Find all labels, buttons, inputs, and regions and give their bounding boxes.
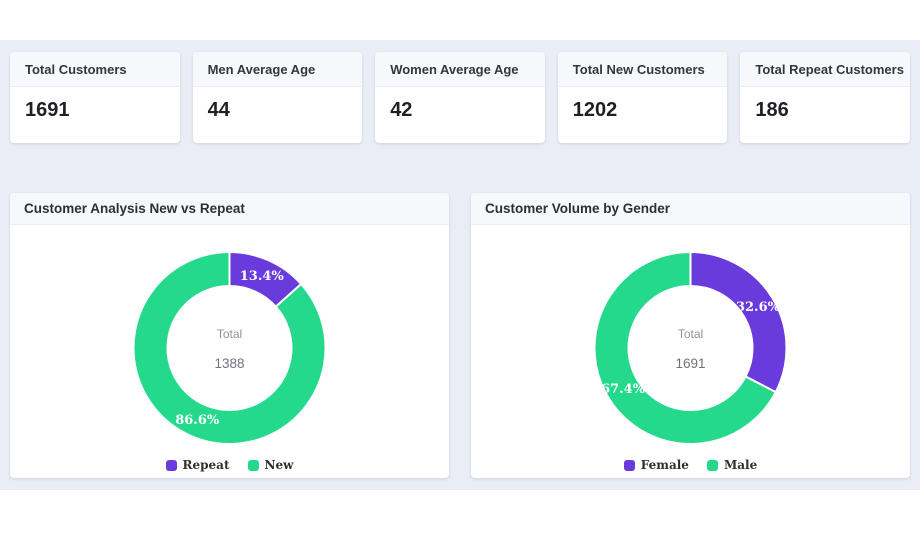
stat-card-value: 42 [390, 99, 413, 121]
legend-label: Male [723, 458, 758, 472]
chart-card-volume-by-gender: Customer Volume by Gender 32.6% 67.4% Tota… [471, 193, 910, 478]
legend-swatch-icon [623, 459, 635, 471]
donut-center-label: Total [217, 327, 242, 341]
legend-item-new[interactable]: New [247, 458, 294, 472]
stat-card-total-repeat-customers: Total Repeat Customers 186 [740, 52, 910, 143]
legend-item-male[interactable]: Male [706, 458, 758, 472]
donut-chart-volume-by-gender: 32.6% 67.4% Total 1691 [593, 250, 788, 445]
donut-center-label: Total [678, 327, 703, 341]
legend-label: Female [640, 458, 689, 472]
legend-item-female[interactable]: Female [623, 458, 689, 472]
chart-legend: Repeat New [10, 450, 449, 478]
stat-card-men-average-age: Men Average Age 44 [192, 52, 363, 143]
chart-card-new-vs-repeat: Customer Analysis New vs Repeat 13.4% 86.… [10, 193, 449, 478]
chart-area: 32.6% 67.4% Total 1691 Female Male [471, 225, 910, 478]
slice-percent-label: 13.4% [240, 269, 285, 284]
chart-legend: Female Male [471, 450, 910, 478]
stat-card-women-average-age: Women Average Age 42 [375, 52, 545, 143]
stat-card-value: 1202 [572, 99, 618, 121]
stat-card-value: 186 [755, 99, 789, 121]
legend-label: Repeat [182, 458, 230, 472]
donut-center-value: 1691 [675, 356, 705, 371]
stat-card-label: Men Average Age [192, 52, 363, 87]
stat-card-label: Total Repeat Customers [740, 52, 910, 87]
donut-chart-new-vs-repeat: 13.4% 86.6% Total 1388 [132, 250, 327, 445]
stat-card-total-new-customers: Total New Customers 1202 [557, 52, 728, 143]
slice-percent-label: 86.6% [175, 413, 220, 428]
stat-card-value: 44 [207, 99, 230, 121]
stat-card-label: Total New Customers [557, 52, 728, 87]
stat-card-label: Women Average Age [375, 52, 545, 87]
legend-swatch-icon [706, 459, 718, 471]
stat-card-value: 1691 [25, 99, 70, 121]
legend-item-repeat[interactable]: Repeat [165, 458, 230, 472]
top-whitespace [0, 0, 920, 40]
donut-slice-female[interactable] [689, 250, 788, 394]
stat-card-label: Total Customers [10, 52, 180, 87]
chart-area: 13.4% 86.6% Total 1388 Repeat New [10, 225, 449, 478]
donut-center-value: 1388 [214, 356, 244, 371]
stat-card-total-customers: Total Customers 1691 [10, 52, 180, 143]
legend-swatch-icon [247, 459, 259, 471]
legend-swatch-icon [165, 459, 177, 471]
chart-title: Customer Analysis New vs Repeat [10, 193, 449, 225]
slice-percent-label: 32.6% [736, 300, 781, 315]
legend-label: New [264, 458, 294, 472]
slice-percent-label: 67.4% [601, 382, 646, 397]
chart-row: Customer Analysis New vs Repeat 13.4% 86.… [10, 193, 910, 478]
dashboard: Total Customers 1691 Men Average Age 44 … [0, 40, 920, 490]
chart-title: Customer Volume by Gender [471, 193, 910, 225]
stat-card-row: Total Customers 1691 Men Average Age 44 … [10, 52, 910, 143]
